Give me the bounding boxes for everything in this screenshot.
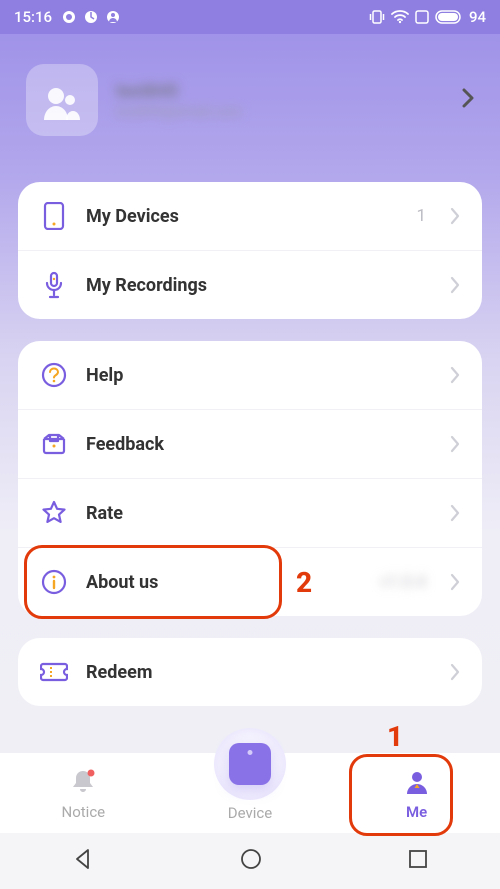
row-label: Rate bbox=[86, 503, 432, 524]
info-icon bbox=[40, 568, 68, 596]
row-label: My Recordings bbox=[86, 275, 432, 296]
sim-icon bbox=[415, 10, 429, 24]
recents-icon[interactable] bbox=[408, 849, 428, 873]
chevron-right-icon bbox=[450, 207, 460, 225]
tab-bar: Notice Device Me bbox=[0, 753, 500, 833]
bell-icon bbox=[68, 765, 98, 799]
chevron-right-icon bbox=[450, 504, 460, 522]
help-row[interactable]: Help bbox=[18, 341, 482, 409]
status-left-icons bbox=[62, 10, 120, 24]
mic-icon bbox=[40, 271, 68, 299]
battery-icon bbox=[435, 10, 463, 24]
wifi-icon bbox=[391, 10, 409, 24]
chevron-right-icon bbox=[450, 366, 460, 384]
row-label: My Devices bbox=[86, 206, 398, 227]
tab-me[interactable]: Me bbox=[367, 765, 467, 821]
profile-info: test845 test845@email.com bbox=[116, 81, 444, 120]
tab-label: Me bbox=[406, 803, 427, 821]
feedback-row[interactable]: Feedback bbox=[18, 409, 482, 478]
device-tab-icon bbox=[214, 728, 286, 800]
row-label: Feedback bbox=[86, 434, 432, 455]
about-us-row[interactable]: About us v1.0.4 bbox=[18, 547, 482, 616]
profile-name: test845 bbox=[116, 81, 444, 102]
tab-notice[interactable]: Notice bbox=[33, 765, 133, 821]
chevron-right-icon bbox=[450, 435, 460, 453]
rate-row[interactable]: Rate bbox=[18, 478, 482, 547]
status-time: 15:16 bbox=[14, 8, 52, 26]
row-label: Redeem bbox=[86, 662, 432, 683]
home-icon[interactable] bbox=[239, 847, 263, 875]
system-nav-bar bbox=[0, 833, 500, 889]
annotation-label-1: 1 bbox=[387, 720, 403, 753]
redeem-row[interactable]: Redeem bbox=[18, 638, 482, 706]
row-label: About us bbox=[86, 572, 362, 593]
profile-email: test845@email.com bbox=[116, 104, 444, 120]
back-icon[interactable] bbox=[72, 848, 94, 874]
feedback-icon bbox=[40, 430, 68, 458]
devices-card: My Devices 1 My Recordings bbox=[18, 182, 482, 319]
battery-percent: 94 bbox=[469, 8, 486, 26]
vibrate-icon bbox=[369, 10, 385, 24]
support-card: Help Feedback Rate About us v1.0.4 bbox=[18, 341, 482, 616]
help-icon bbox=[40, 361, 68, 389]
about-version: v1.0.4 bbox=[380, 572, 426, 592]
ticket-icon bbox=[40, 658, 68, 686]
chevron-right-icon bbox=[450, 573, 460, 591]
profile-section[interactable]: test845 test845@email.com bbox=[0, 34, 500, 182]
my-devices-row[interactable]: My Devices 1 bbox=[18, 182, 482, 250]
tab-label: Device bbox=[228, 804, 272, 822]
star-icon bbox=[40, 499, 68, 527]
redeem-card: Redeem bbox=[18, 638, 482, 706]
row-label: Help bbox=[86, 365, 432, 386]
tab-label: Notice bbox=[62, 803, 106, 821]
chevron-right-icon bbox=[450, 276, 460, 294]
status-bar: 15:16 94 bbox=[0, 0, 500, 34]
chevron-right-icon bbox=[450, 663, 460, 681]
person-icon bbox=[403, 765, 431, 799]
avatar bbox=[26, 64, 98, 136]
devices-count: 1 bbox=[416, 206, 426, 226]
device-icon bbox=[40, 202, 68, 230]
tab-device[interactable]: Device bbox=[200, 728, 300, 822]
menu-cards: My Devices 1 My Recordings Help Feedback bbox=[0, 182, 500, 706]
my-recordings-row[interactable]: My Recordings bbox=[18, 250, 482, 319]
chevron-right-icon bbox=[462, 86, 474, 114]
